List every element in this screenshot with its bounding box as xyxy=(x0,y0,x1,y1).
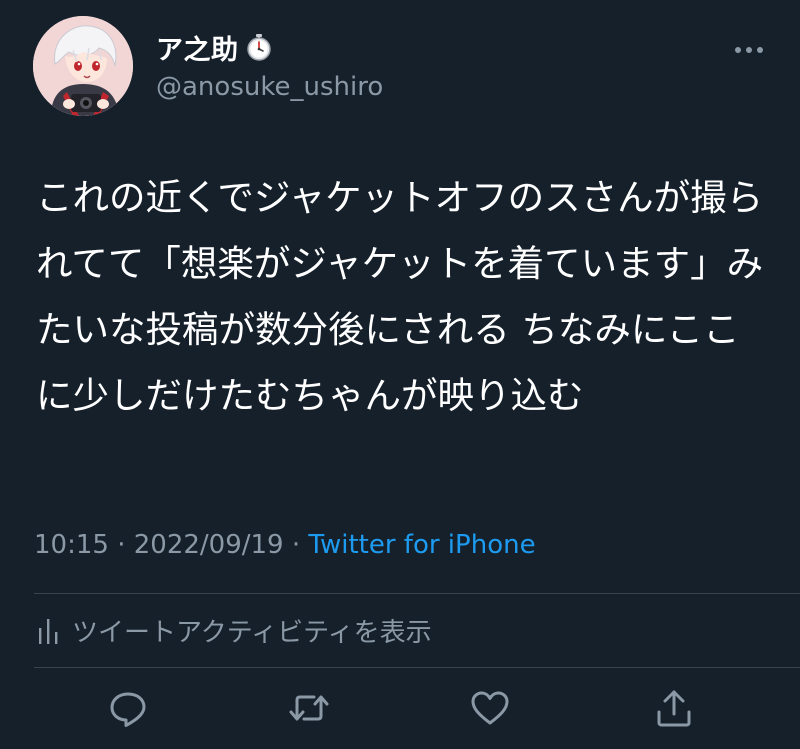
tweet-detail: ア之助 @anosuke_ushiro これの近くでジャケットオフのスさんが撮ら… xyxy=(0,0,800,749)
divider xyxy=(34,593,800,594)
tweet-time: 10:15 xyxy=(34,530,109,560)
tweet-activity-label: ツイートアクティビティを表示 xyxy=(72,618,432,648)
tweet-header: ア之助 @anosuke_ushiro xyxy=(33,16,773,116)
user-handle[interactable]: @anosuke_ushiro xyxy=(156,72,383,102)
meta-separator: · xyxy=(108,530,134,560)
share-icon[interactable] xyxy=(652,686,696,730)
reply-icon[interactable] xyxy=(106,686,150,730)
heart-icon[interactable] xyxy=(468,686,512,730)
tweet-actions xyxy=(0,686,800,730)
tweet-date: 2022/09/19 xyxy=(133,530,284,560)
bars-icon xyxy=(34,616,64,646)
more-icon[interactable] xyxy=(733,42,765,56)
display-name[interactable]: ア之助 xyxy=(156,28,239,67)
retweet-icon[interactable] xyxy=(287,686,331,730)
stopwatch-icon xyxy=(245,33,273,61)
tweet-activity-link[interactable]: ツイートアクティビティを表示 xyxy=(34,612,432,649)
meta-separator: · xyxy=(283,530,309,560)
avatar[interactable] xyxy=(33,16,133,116)
tweet-meta: 10:15 · 2022/09/19 · Twitter for iPhone xyxy=(34,530,536,560)
user-names: ア之助 @anosuke_ushiro xyxy=(156,28,383,102)
display-name-row: ア之助 xyxy=(156,28,383,66)
divider xyxy=(34,667,800,668)
tweet-source-link[interactable]: Twitter for iPhone xyxy=(308,530,535,560)
tweet-text: これの近くでジャケットオフのスさんが撮られてて「想楽がジャケットを着ています」み… xyxy=(36,176,764,417)
